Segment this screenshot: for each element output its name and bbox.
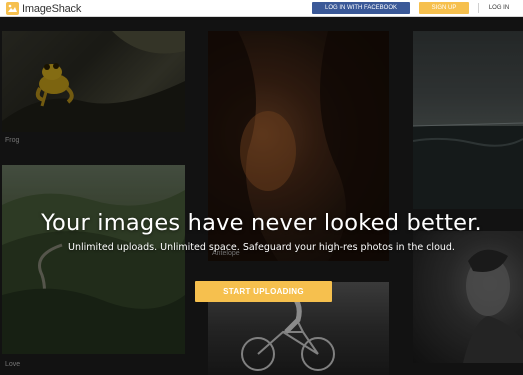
start-uploading-button[interactable]: START UPLOADING xyxy=(195,281,332,302)
logo-text: ImageShack xyxy=(22,2,82,15)
logo[interactable]: ImageShack xyxy=(6,1,81,16)
top-navbar: ImageShack LOG IN WITH FACEBOOK SIGN UP … xyxy=(0,0,523,17)
hero-section: Your images have never looked better. Un… xyxy=(0,210,523,253)
imageshack-logo-icon xyxy=(6,2,19,15)
nav-divider xyxy=(478,3,479,13)
login-link[interactable]: LOG IN xyxy=(481,2,517,14)
facebook-login-button[interactable]: LOG IN WITH FACEBOOK xyxy=(312,2,410,14)
hero-subtitle: Unlimited uploads. Unlimited space. Safe… xyxy=(68,242,455,253)
signup-button[interactable]: SIGN UP xyxy=(419,2,469,14)
hero-title: Your images have never looked better. xyxy=(41,210,482,236)
dark-overlay xyxy=(0,17,523,375)
